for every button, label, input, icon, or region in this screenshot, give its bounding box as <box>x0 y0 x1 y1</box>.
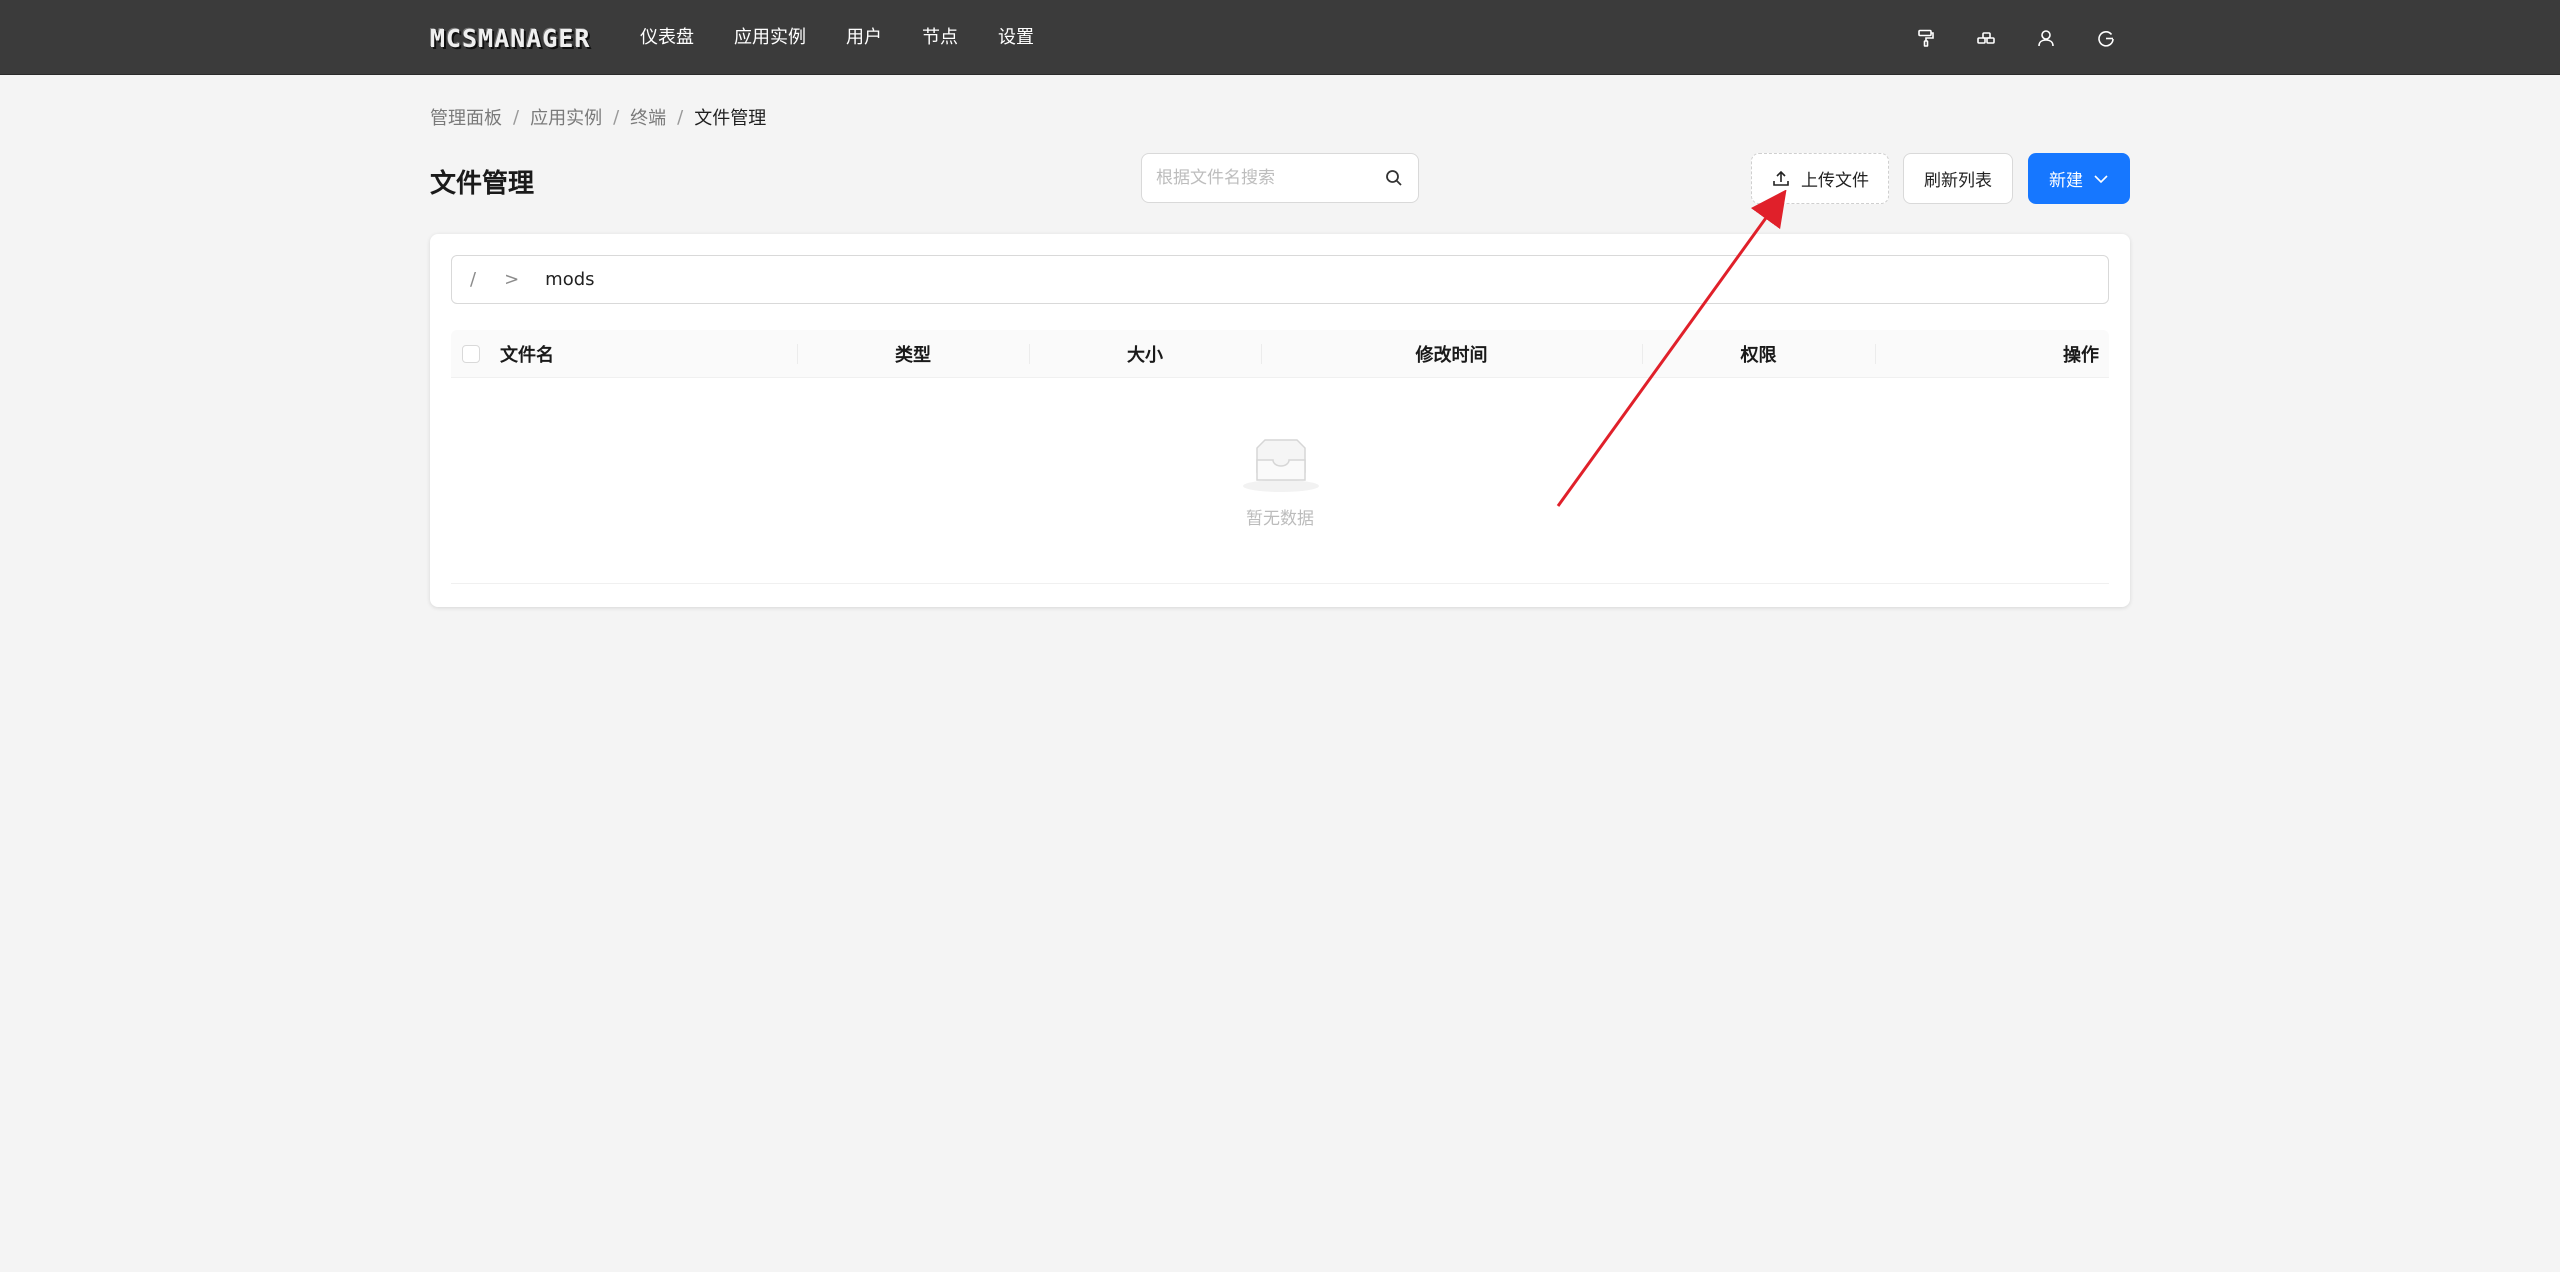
file-table: 文件名 类型 大小 修改时间 权限 操作 暂无数据 <box>451 330 2109 584</box>
nav-item-instances[interactable]: 应用实例 <box>734 0 806 75</box>
breadcrumb-separator: / <box>677 106 684 128</box>
column-header-label: 类型 <box>895 344 931 366</box>
file-manager-card: / > mods 文件名 类型 大小 修改时间 权限 操作 暂无数据 <box>430 234 2130 607</box>
column-header-label: 文件名 <box>500 344 554 366</box>
select-all-checkbox[interactable] <box>462 344 480 363</box>
column-permission: 权限 <box>1642 330 1875 378</box>
path-separator: > <box>504 269 520 290</box>
nav-item-settings[interactable]: 设置 <box>998 0 1034 75</box>
column-actions: 操作 <box>1875 330 2109 378</box>
file-search-input[interactable] <box>1156 168 1384 188</box>
empty-text: 暂无数据 <box>1246 509 1314 529</box>
navbar-actions <box>1878 0 2118 75</box>
column-filename: 文件名 <box>451 330 797 378</box>
nav-item-users[interactable]: 用户 <box>846 0 882 75</box>
logout-icon[interactable] <box>2094 26 2118 50</box>
search-icon[interactable] <box>1384 168 1404 188</box>
column-size: 大小 <box>1029 330 1261 378</box>
column-header-label: 大小 <box>1127 344 1163 366</box>
column-header-label: 修改时间 <box>1415 344 1488 366</box>
new-label: 新建 <box>2049 171 2083 191</box>
breadcrumb-separator: / <box>513 106 520 128</box>
main-nav: 仪表盘 应用实例 用户 节点 设置 <box>640 0 1074 75</box>
empty-inbox-icon <box>1243 439 1319 492</box>
nav-item-dashboard[interactable]: 仪表盘 <box>640 0 694 75</box>
breadcrumb-item-instances[interactable]: 应用实例 <box>530 104 602 130</box>
column-header-label: 操作 <box>2063 344 2099 366</box>
empty-state: 暂无数据 <box>451 378 2109 584</box>
column-header-label: 权限 <box>1740 344 1777 366</box>
breadcrumb: 管理面板 / 应用实例 / 终端 / 文件管理 <box>430 104 766 130</box>
nav-item-nodes[interactable]: 节点 <box>922 0 958 75</box>
new-dropdown-button[interactable]: 新建 <box>2028 153 2130 204</box>
top-navbar: MCSMANAGER 仪表盘 应用实例 用户 节点 设置 <box>0 0 2560 75</box>
table-header: 文件名 类型 大小 修改时间 权限 操作 <box>451 330 2109 378</box>
path-segment-mods[interactable]: mods <box>545 269 594 290</box>
upload-file-label: 上传文件 <box>1801 171 1869 191</box>
layout-icon[interactable] <box>1974 26 1998 50</box>
refresh-list-button[interactable]: 刷新列表 <box>1903 153 2013 204</box>
upload-icon <box>1773 170 1789 186</box>
user-icon[interactable] <box>2034 26 2058 50</box>
path-bar: / > mods <box>451 255 2109 304</box>
breadcrumb-separator: / <box>613 106 620 128</box>
breadcrumb-item-panel[interactable]: 管理面板 <box>430 104 502 130</box>
breadcrumb-item-terminal[interactable]: 终端 <box>630 104 666 130</box>
file-search-box <box>1141 153 1419 203</box>
app-logo[interactable]: MCSMANAGER <box>430 26 591 52</box>
column-type: 类型 <box>797 330 1029 378</box>
column-modified-time: 修改时间 <box>1261 330 1642 378</box>
refresh-list-label: 刷新列表 <box>1924 171 1992 191</box>
upload-file-button[interactable]: 上传文件 <box>1751 153 1889 204</box>
path-root[interactable]: / <box>470 269 476 290</box>
page-title: 文件管理 <box>430 169 535 199</box>
breadcrumb-current: 文件管理 <box>694 108 767 129</box>
chevron-down-icon <box>2094 174 2108 183</box>
paint-roller-icon[interactable] <box>1914 26 1938 50</box>
